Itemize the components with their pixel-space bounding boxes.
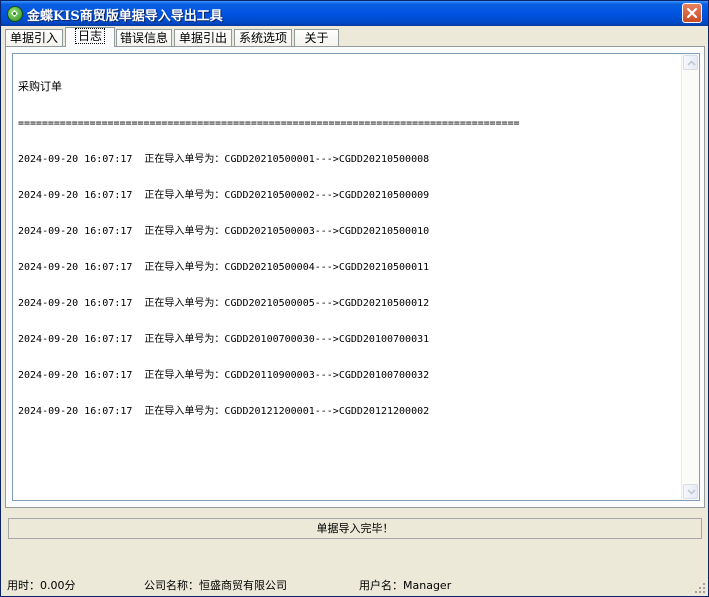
tab-label: 错误信息 <box>119 31 168 45</box>
status-bar: 用时：0.00分 公司名称：恒盛商贸有限公司 用户名：Manager <box>1 576 708 596</box>
log-line: 2024-09-20 16:07:17 正在导入单号为：CGDD20121200… <box>18 406 430 417</box>
resize-grip-icon[interactable] <box>694 582 706 594</box>
log-line: 2024-09-20 16:07:17 正在导入单号为：CGDD20100700… <box>18 334 430 345</box>
log-line: 2024-09-20 16:07:17 正在导入单号为：CGDD20210500… <box>18 226 430 237</box>
tab-label: 系统选项 <box>238 31 287 45</box>
scroll-down-arrow-icon <box>687 489 696 495</box>
tab-system-options[interactable]: 系统选项 <box>234 29 292 46</box>
kingdee-app-icon[interactable] <box>7 6 23 22</box>
log-separator: ========================================… <box>18 118 520 129</box>
tab-label: 单据引入 <box>9 31 58 45</box>
close-icon <box>686 7 698 19</box>
tab-about[interactable]: 关于 <box>294 29 339 46</box>
log-line: 2024-09-20 16:07:17 正在导入单号为：CGDD20210500… <box>18 262 430 273</box>
elapsed-time: 用时：0.00分 <box>7 579 76 592</box>
tab-error-info[interactable]: 错误信息 <box>116 29 172 46</box>
log-line: 2024-09-20 16:07:17 正在导入单号为：CGDD20210500… <box>18 154 430 165</box>
log-textarea[interactable]: 采购订单 ===================================… <box>12 53 700 501</box>
log-content: 采购订单 ===================================… <box>18 56 678 442</box>
main-window: 金蝶KIS商贸版单据导入导出工具 单据引入 日志 错误信息 单据引出 系统选项 … <box>0 0 709 597</box>
title-bar[interactable]: 金蝶KIS商贸版单据导入导出工具 <box>1 1 708 26</box>
scroll-up-arrow-icon <box>687 60 696 66</box>
scroll-up-button[interactable] <box>683 55 698 70</box>
user-name: 用户名：Manager <box>359 579 452 592</box>
tab-label: 关于 <box>304 31 329 45</box>
tab-panel-log: 采购订单 ===================================… <box>5 46 705 508</box>
company-name: 公司名称：恒盛商贸有限公司 <box>144 579 287 592</box>
tab-label: 单据引出 <box>178 31 227 45</box>
log-line: 2024-09-20 16:07:17 正在导入单号为：CGDD20110900… <box>18 370 430 381</box>
tab-document-import[interactable]: 单据引入 <box>5 29 63 46</box>
tab-log[interactable]: 日志 <box>65 27 115 47</box>
tab-label: 日志 <box>74 28 105 44</box>
vertical-scrollbar[interactable] <box>681 54 699 500</box>
scroll-down-button[interactable] <box>683 484 698 499</box>
status-message: 单据导入完毕！ <box>8 518 702 539</box>
close-button[interactable] <box>682 3 702 23</box>
tab-document-export[interactable]: 单据引出 <box>174 29 232 46</box>
log-heading: 采购订单 <box>18 80 62 93</box>
log-line: 2024-09-20 16:07:17 正在导入单号为：CGDD20210500… <box>18 298 430 309</box>
log-line: 2024-09-20 16:07:17 正在导入单号为：CGDD20210500… <box>18 190 430 201</box>
window-title: 金蝶KIS商贸版单据导入导出工具 <box>27 9 223 24</box>
